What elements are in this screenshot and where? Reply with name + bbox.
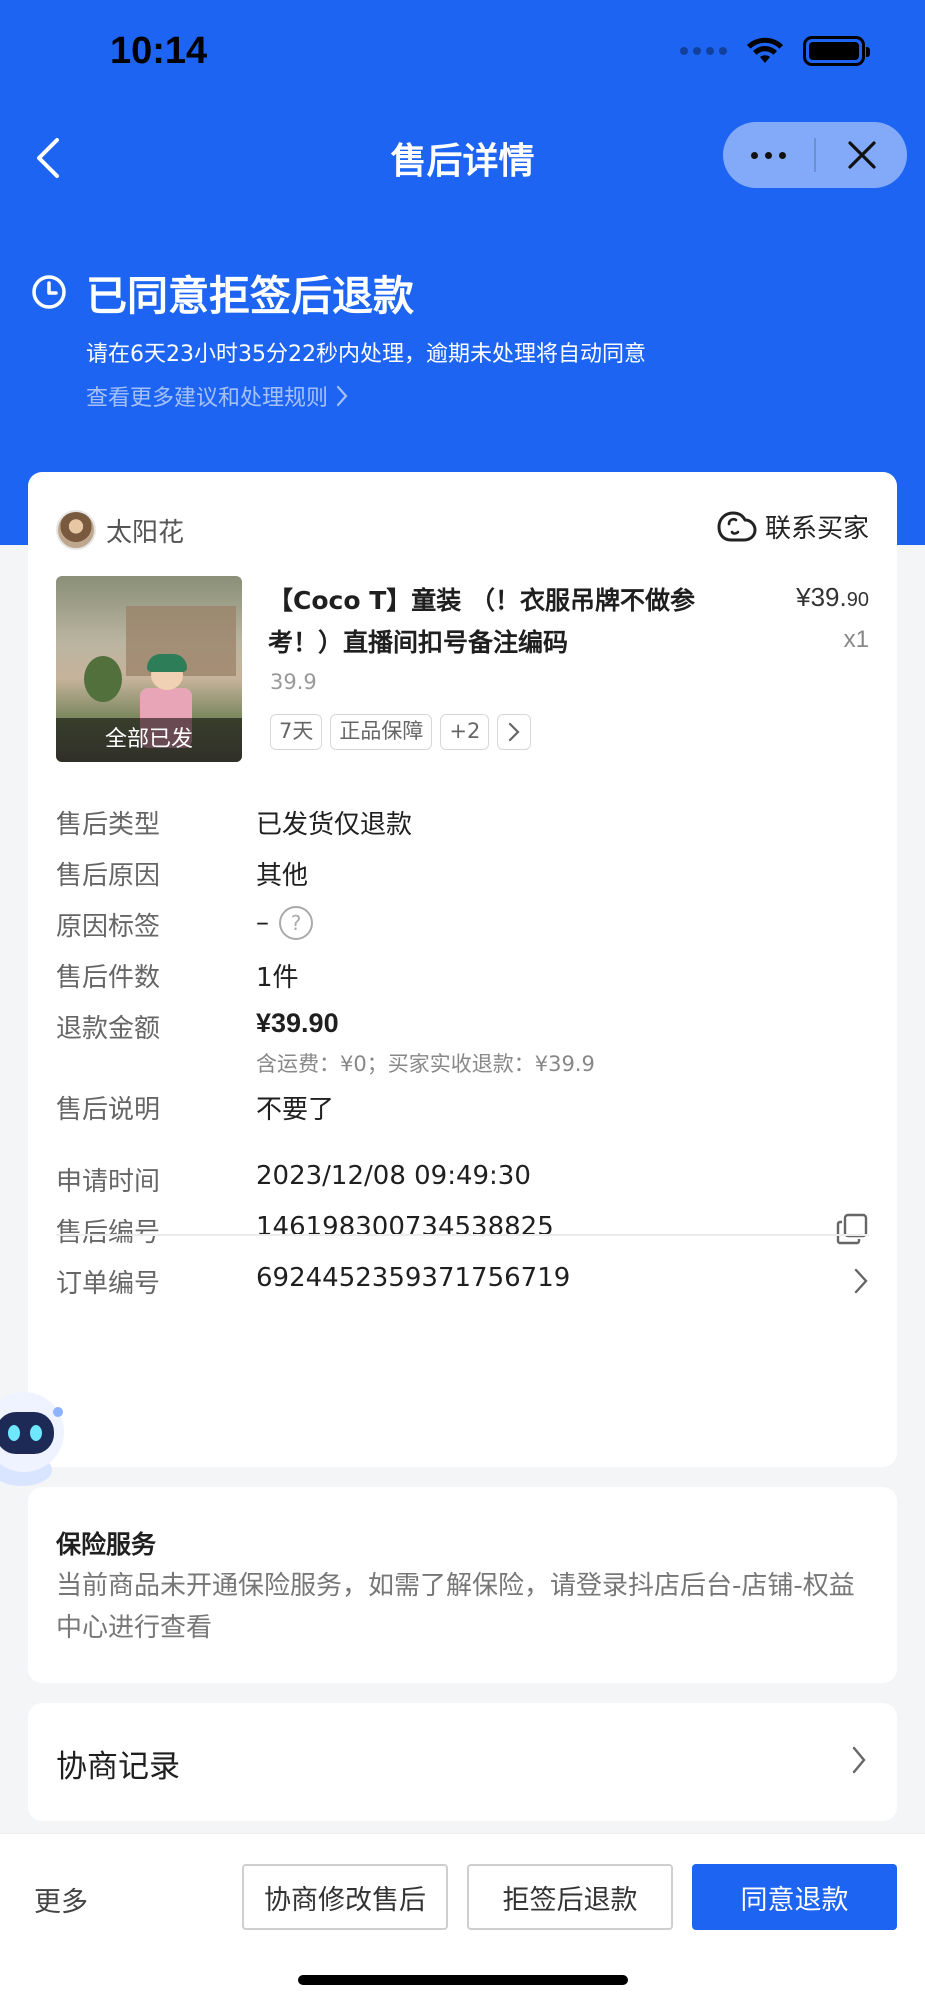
- rules-link-label: 查看更多建议和处理规则: [86, 386, 329, 411]
- contact-buyer-button[interactable]: 联系买家: [717, 508, 869, 545]
- chevron-right-icon: [854, 1268, 868, 1294]
- refund-amount: ¥39.90: [256, 1008, 339, 1038]
- negotiation-title: 协商记录: [56, 1749, 180, 1785]
- close-icon: [847, 141, 876, 169]
- more-button[interactable]: 更多: [34, 1880, 88, 1919]
- row-label: 申请时间: [56, 1167, 161, 1197]
- more-dots-icon: [751, 151, 786, 159]
- product-image[interactable]: 全部已发: [56, 576, 242, 762]
- refund-breakdown: 含运费：¥0；买家实收退款：¥39.9: [256, 1052, 595, 1076]
- row-value: 146198300734538825: [256, 1212, 554, 1242]
- miniapp-capsule: [723, 122, 907, 188]
- shipping-status-badge: 全部已发: [56, 718, 242, 762]
- home-indicator: [298, 1975, 628, 1985]
- row-label: 售后编号: [56, 1218, 161, 1248]
- buyer-info: 太阳花: [56, 510, 184, 550]
- price-main: ¥39.: [796, 582, 847, 612]
- deadline-text: 请在6天23小时35分22秒内处理，逾期未处理将自动同意: [86, 342, 646, 367]
- tags-expand-button[interactable]: [497, 714, 532, 750]
- row-label: 退款金额: [56, 1014, 161, 1044]
- aftersale-detail-card: 太阳花 联系买家 全部已发 【Coco T】童装 （！衣服吊牌不做参考！）直播间…: [28, 472, 897, 1467]
- chat-bubble-icon: [717, 511, 757, 541]
- product-title: 【Coco T】童装 （！衣服吊牌不做参考！）直播间扣号备注编码: [268, 586, 695, 657]
- chevron-right-icon: [852, 1746, 866, 1774]
- status-indicators: [680, 36, 870, 66]
- contact-buyer-label: 联系买家: [764, 514, 869, 544]
- tag-more-count: +2: [440, 714, 490, 750]
- negotiation-record-card[interactable]: 协商记录: [28, 1703, 897, 1821]
- copy-icon[interactable]: [835, 1212, 869, 1246]
- rules-link[interactable]: 查看更多建议和处理规则: [86, 380, 348, 412]
- row-label: 原因标签: [56, 912, 161, 942]
- row-value: 2023/12/08 09:49:30: [256, 1161, 531, 1191]
- insurance-card: 保险服务 当前商品未开通保险服务，如需了解保险，请登录抖店后台-店铺-权益中心进…: [28, 1487, 897, 1683]
- row-value: 其他: [256, 861, 309, 891]
- row-label: 订单编号: [56, 1269, 161, 1299]
- insurance-title: 保险服务: [56, 1530, 157, 1559]
- status-time: 10:14: [110, 30, 208, 72]
- row-label: 售后原因: [56, 861, 161, 891]
- refund-after-reject-button[interactable]: 拒签后退款: [467, 1864, 673, 1930]
- product-quantity: x1: [843, 626, 869, 653]
- product-unit-price: 39.9: [270, 670, 317, 694]
- row-label: 售后类型: [56, 810, 161, 840]
- agree-refund-button[interactable]: 同意退款: [692, 1864, 897, 1930]
- row-value-wrap: –?: [256, 906, 313, 940]
- product-price: ¥39.90: [796, 582, 869, 613]
- aftersale-status-title: 已同意拒签后退款: [86, 272, 414, 320]
- modify-aftersale-button[interactable]: 协商修改售后: [242, 1864, 448, 1930]
- cellular-signal-icon: [680, 47, 727, 55]
- row-value: 6924452359371756719: [256, 1263, 571, 1293]
- assistant-bot-icon[interactable]: [0, 1382, 74, 1492]
- avatar: [56, 510, 96, 550]
- service-tags: 7天 正品保障 +2: [270, 714, 532, 750]
- battery-icon: [803, 36, 870, 66]
- price-decimal: 90: [846, 589, 869, 611]
- row-label: 售后件数: [56, 963, 161, 993]
- more-options-button[interactable]: [723, 122, 814, 188]
- row-value: 不要了: [256, 1095, 335, 1125]
- buyer-name: 太阳花: [106, 517, 185, 548]
- chevron-right-icon: [509, 722, 520, 742]
- tag-7day: 7天: [270, 714, 323, 750]
- chevron-right-icon: [336, 385, 348, 407]
- tag-authentic: 正品保障: [330, 714, 433, 750]
- row-value: 已发货仅退款: [256, 810, 413, 840]
- clock-icon: [32, 275, 66, 309]
- row-value: 1件: [256, 963, 299, 993]
- row-label: 售后说明: [56, 1095, 161, 1125]
- wifi-icon: [747, 37, 783, 63]
- help-icon[interactable]: ?: [279, 906, 313, 940]
- insurance-text: 当前商品未开通保险服务，如需了解保险，请登录抖店后台-店铺-权益中心进行查看: [56, 1571, 855, 1643]
- row-value: –: [256, 907, 269, 938]
- divider: [56, 1234, 869, 1236]
- close-button[interactable]: [816, 122, 907, 188]
